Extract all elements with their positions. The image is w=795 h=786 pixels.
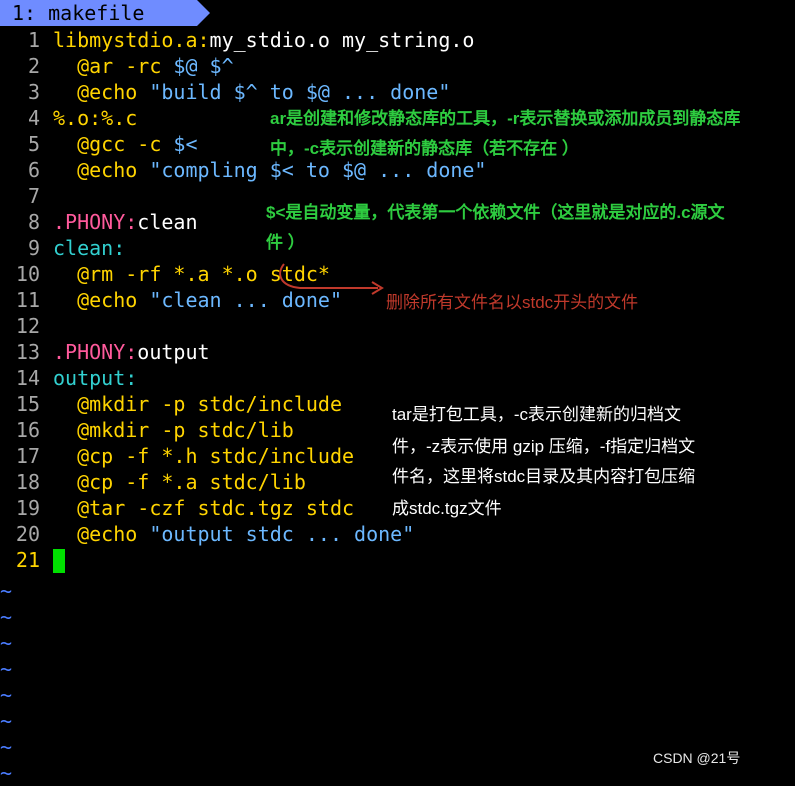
line-number: 5 xyxy=(27,132,40,156)
line-number: 7 xyxy=(27,184,40,208)
code-line[interactable]: 9 clean: xyxy=(0,235,795,261)
code-text: output: xyxy=(53,365,137,391)
code-line[interactable]: 20 @echo "output stdc ... done" xyxy=(0,521,795,547)
code-token: .PHONY: xyxy=(53,340,138,364)
code-text: @mkdir -p stdc/lib xyxy=(53,417,294,443)
annotation-tar-line1: tar是打包工具，-c表示创建新的归档文 xyxy=(392,405,681,424)
code-token: @echo xyxy=(53,522,150,546)
empty-line-tilde: ~ xyxy=(0,657,13,681)
text-cursor xyxy=(53,548,65,573)
code-token: @mkdir -p stdc/lib xyxy=(53,418,294,442)
code-line[interactable]: 2 @ar -rc $@ $^ xyxy=(0,53,795,79)
code-token: output: xyxy=(53,366,138,390)
line-number: 6 xyxy=(27,158,40,182)
code-token: output xyxy=(137,340,210,364)
code-token: @mkdir -p stdc/include xyxy=(53,392,342,416)
line-number: 19 xyxy=(15,496,40,520)
line-number: 8 xyxy=(27,210,40,234)
code-text: @echo "build $^ to $@ ... done" xyxy=(53,79,450,105)
code-text: @cp -f *.a stdc/lib xyxy=(53,469,306,495)
code-text: @ar -rc $@ $^ xyxy=(53,53,234,79)
code-token: clean xyxy=(137,210,198,234)
empty-line-tilde: ~ xyxy=(0,683,13,707)
code-text xyxy=(53,547,65,574)
line-number: 13 xyxy=(15,340,40,364)
empty-line-tilde: ~ xyxy=(0,631,13,655)
line-number: 10 xyxy=(15,262,40,286)
annotation-var-line2: 件 ） xyxy=(266,233,305,252)
line-number: 12 xyxy=(15,314,40,338)
code-text: @cp -f *.h stdc/include xyxy=(53,443,354,469)
code-text: @gcc -c $< xyxy=(53,131,198,157)
code-token: "build $^ to $@ ... done" xyxy=(149,80,451,104)
empty-line-tilde: ~ xyxy=(0,761,13,785)
tab-arrow-icon xyxy=(197,0,210,26)
code-token: @cp -f *.a stdc/lib xyxy=(53,470,306,494)
annotation-arrow-icon xyxy=(279,263,384,295)
line-number: 16 xyxy=(15,418,40,442)
line-number: 18 xyxy=(15,470,40,494)
code-token: @cp -f *.h stdc/include xyxy=(53,444,355,468)
code-line[interactable]: 3 @echo "build $^ to $@ ... done" xyxy=(0,79,795,105)
code-token: @echo xyxy=(53,158,150,182)
code-token: @echo xyxy=(53,80,150,104)
code-token: clean: xyxy=(53,236,126,260)
code-token: libmystdio.a: xyxy=(53,28,210,52)
line-number: 1 xyxy=(27,28,40,52)
empty-line-tilde: ~ xyxy=(0,709,13,733)
tab-line: 1: makefile xyxy=(0,0,795,26)
code-token: @ar -rc xyxy=(53,54,174,78)
code-token: my_stdio.o my_string.o xyxy=(209,28,475,52)
code-token: @tar -czf stdc.tgz stdc xyxy=(53,496,355,520)
annotation-tar-line3: 件名，这里将stdc目录及其内容打包压缩 xyxy=(392,467,696,486)
annotation-tar-line2: 件，-z表示使用 gzip 压缩，-f指定归档文 xyxy=(392,437,696,456)
tab-makefile[interactable]: 1: makefile xyxy=(0,0,197,26)
code-line[interactable]: 21 xyxy=(0,547,795,573)
code-text: %.o:%.c xyxy=(53,105,137,131)
line-number: 20 xyxy=(15,522,40,546)
annotation-var-line1: $<是自动变量，代表第一个依赖文件（这里就是对应的.c源文 xyxy=(266,203,725,222)
code-text: @echo "output stdc ... done" xyxy=(53,521,414,547)
line-number: 11 xyxy=(15,288,40,312)
line-number: 9 xyxy=(27,236,40,260)
code-text: @mkdir -p stdc/include xyxy=(53,391,342,417)
code-line[interactable]: 10 @rm -rf *.a *.o stdc* xyxy=(0,261,795,287)
annotation-tar-line4: 成stdc.tgz文件 xyxy=(392,499,502,518)
line-number: 3 xyxy=(27,80,40,104)
code-token: @echo xyxy=(53,288,150,312)
line-number: 4 xyxy=(27,106,40,130)
code-token: %.o:%.c xyxy=(53,106,138,130)
code-token: $@ $^ xyxy=(173,54,234,78)
annotation-rm: 删除所有文件名以stdc开头的文件 xyxy=(386,293,639,312)
code-text: .PHONY:clean xyxy=(53,209,198,235)
code-token: @gcc -c xyxy=(53,132,174,156)
watermark: CSDN @21号 xyxy=(653,750,741,766)
line-number: 21 xyxy=(15,548,40,572)
code-line[interactable]: 1 libmystdio.a:my_stdio.o my_string.o xyxy=(0,27,795,53)
annotation-ar-line2: 中，-c表示创建新的静态库（若不存在 ） xyxy=(270,139,579,158)
line-number: 15 xyxy=(15,392,40,416)
empty-line-tilde: ~ xyxy=(0,579,13,603)
line-number: 17 xyxy=(15,444,40,468)
empty-line-tilde: ~ xyxy=(0,735,13,759)
code-token: $< xyxy=(173,132,198,156)
line-number: 2 xyxy=(27,54,40,78)
empty-line-tilde: ~ xyxy=(0,605,13,629)
line-number: 14 xyxy=(15,366,40,390)
code-token: "output stdc ... done" xyxy=(149,522,415,546)
code-text: .PHONY:output xyxy=(53,339,210,365)
code-line[interactable]: 14 output: xyxy=(0,365,795,391)
code-text: clean: xyxy=(53,235,125,261)
code-text: libmystdio.a:my_stdio.o my_string.o xyxy=(53,27,474,53)
code-token: .PHONY: xyxy=(53,210,138,234)
code-line[interactable]: 13 .PHONY:output xyxy=(0,339,795,365)
annotation-ar-line1: ar是创建和修改静态库的工具，-r表示替换或添加成员到静态库 xyxy=(270,109,741,128)
code-text: @tar -czf stdc.tgz stdc xyxy=(53,495,354,521)
